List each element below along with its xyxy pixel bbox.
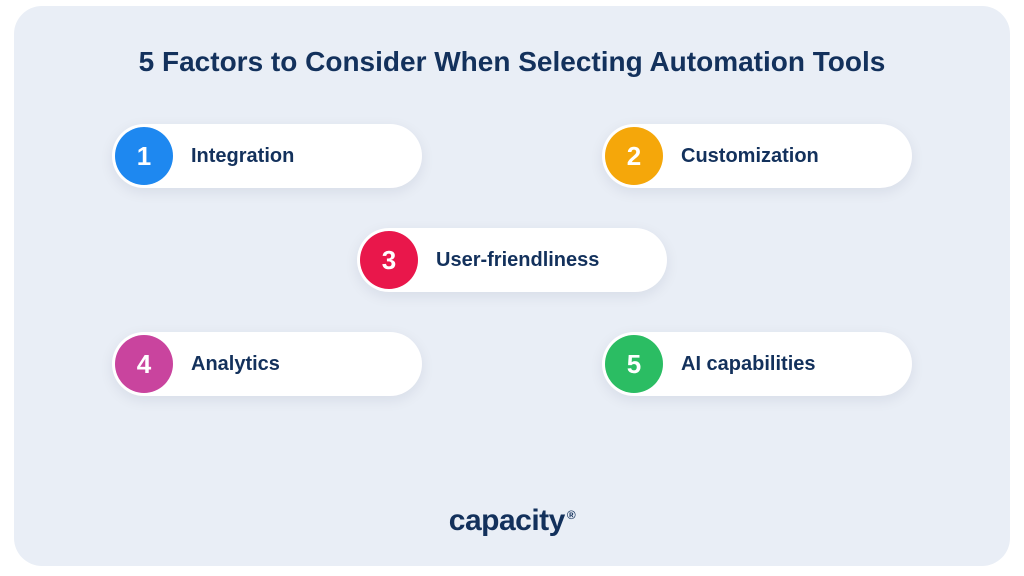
row-3: 4 Analytics 5 AI capabilities [74,332,950,396]
factor-pill-1: 1 Integration [112,124,422,188]
card-title: 5 Factors to Consider When Selecting Aut… [74,46,950,78]
factor-label: Analytics [191,353,280,376]
brand-name: capacity [449,504,565,537]
factor-badge: 4 [115,335,173,393]
row-1: 1 Integration 2 Customization [74,124,950,188]
factor-label: Customization [681,145,819,168]
brand-logo: capacity® [14,504,1010,538]
factor-badge: 1 [115,127,173,185]
factor-badge: 5 [605,335,663,393]
factor-label: User-friendliness [436,249,599,272]
factor-pill-4: 4 Analytics [112,332,422,396]
factor-pill-3: 3 User-friendliness [357,228,667,292]
factor-badge: 3 [360,231,418,289]
factor-label: AI capabilities [681,353,816,376]
factor-pill-5: 5 AI capabilities [602,332,912,396]
row-2: 3 User-friendliness [74,228,950,292]
info-card: 5 Factors to Consider When Selecting Aut… [14,6,1010,566]
factor-label: Integration [191,145,294,168]
factor-badge: 2 [605,127,663,185]
registered-mark: ® [567,508,575,522]
factor-pill-2: 2 Customization [602,124,912,188]
